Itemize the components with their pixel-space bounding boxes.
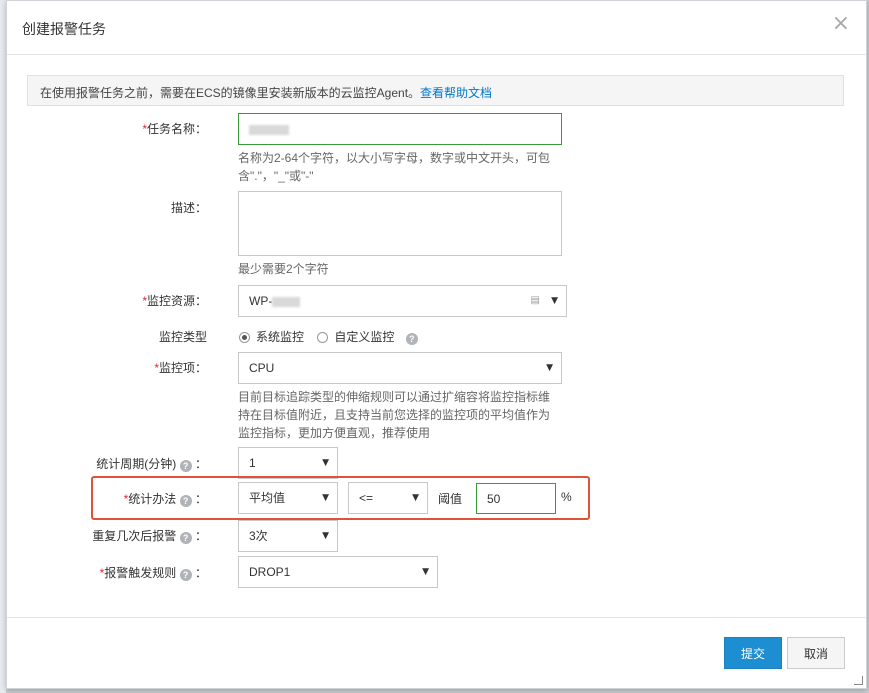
method-label: *统计办法 ? ： [7, 491, 207, 507]
footer-divider [7, 617, 866, 618]
agent-notice-banner: 在使用报警任务之前，需要在ECS的镜像里安装新版本的云监控Agent。查看帮助文… [27, 75, 844, 106]
repeat-label-text: 重复几次后报警 [92, 529, 177, 543]
hint-line: 目前目标追踪类型的伸缩规则可以通过扩缩容将监控指标维 [238, 390, 551, 404]
repeat-value: 3次 [249, 529, 268, 543]
close-icon[interactable]: × [832, 13, 850, 35]
help-icon[interactable]: ? [179, 569, 192, 581]
monitor-type-radio-group: 系统监控 自定义监控 ? [239, 329, 418, 345]
help-icon[interactable]: ? [179, 460, 192, 472]
colon: ： [194, 566, 207, 580]
radio-system-label: 系统监控 [256, 330, 305, 344]
task-name-label: *任务名称： [7, 121, 207, 137]
help-doc-link[interactable]: 查看帮助文档 [420, 86, 492, 100]
period-label-text: 统计周期(分钟) [96, 457, 177, 471]
task-name-hint: 名称为2-64个字符，以大小写字母，数字或中文开头，可包含"."，"_"或"-" [238, 151, 551, 183]
method-label-text: 统计办法 [128, 492, 177, 506]
calendar-icon: ▤ [530, 295, 540, 306]
chevron-down-icon: ▼ [322, 531, 329, 541]
operator-select[interactable]: <= ▼ [348, 482, 428, 514]
radio-custom-monitor[interactable]: 自定义监控 [317, 330, 394, 344]
method-select[interactable]: 平均值 ▼ [238, 482, 338, 514]
create-alarm-task-dialog: 创建报警任务 × 在使用报警任务之前，需要在ECS的镜像里安装新版本的云监控Ag… [6, 0, 867, 689]
monitor-resource-label-text: 监控资源： [146, 294, 207, 308]
chevron-down-icon: ▼ [422, 567, 429, 577]
task-name-label-text: 任务名称： [146, 122, 207, 136]
redacted-value [249, 124, 289, 135]
colon: ： [194, 457, 207, 471]
threshold-input[interactable]: 50 [476, 483, 556, 514]
dialog-header: 创建报警任务 × [7, 1, 866, 55]
threshold-label: 阈值 [438, 492, 463, 506]
chevron-down-icon: ▼ [412, 493, 419, 503]
chevron-down-icon: ▼ [322, 458, 329, 468]
trigger-rule-select[interactable]: DROP1 ▼ [238, 556, 438, 588]
monitor-item-value: CPU [249, 361, 275, 375]
description-hint: 最少需要2个字符 [238, 262, 329, 276]
chevron-down-icon: ▼ [551, 296, 558, 306]
threshold-value: 50 [487, 492, 501, 506]
repeat-label: 重复几次后报警 ? ： [7, 528, 207, 544]
notice-text: 在使用报警任务之前，需要在ECS的镜像里安装新版本的云监控Agent。 [40, 86, 421, 100]
monitor-item-select[interactable]: CPU ▼ [238, 352, 562, 384]
radio-unselected-icon [317, 332, 329, 343]
radio-selected-icon [239, 332, 250, 343]
chevron-down-icon: ▼ [322, 493, 329, 503]
redacted-value [272, 296, 301, 307]
cancel-button[interactable]: 取消 [787, 637, 845, 669]
radio-custom-label: 自定义监控 [334, 330, 395, 344]
dialog-title: 创建报警任务 [22, 21, 106, 37]
colon: ： [194, 529, 207, 543]
monitor-item-hint: 目前目标追踪类型的伸缩规则可以通过扩缩容将监控指标维 持在目标值附近，且支持当前… [238, 388, 568, 442]
percent-unit: % [561, 490, 572, 504]
monitor-type-label-text: 监控类型 [158, 330, 207, 344]
description-label: 描述： [7, 200, 207, 216]
description-label-text: 描述： [170, 201, 207, 215]
help-icon[interactable]: ? [405, 333, 418, 345]
period-select[interactable]: 1 ▼ [238, 447, 338, 479]
trigger-rule-value: DROP1 [249, 565, 291, 579]
monitor-resource-select[interactable]: WP- ▤ ▼ [238, 285, 567, 317]
monitor-item-label-text: 监控项： [158, 361, 207, 375]
chevron-down-icon: ▼ [546, 363, 553, 373]
monitor-type-label: 监控类型 [7, 329, 207, 345]
repeat-select[interactable]: 3次 ▼ [238, 520, 338, 552]
help-icon[interactable]: ? [179, 532, 192, 544]
submit-button[interactable]: 提交 [724, 637, 782, 669]
task-name-input[interactable] [238, 113, 562, 145]
trigger-rule-label-text: 报警触发规则 [104, 566, 177, 580]
hint-line: 监控指标，更加方便直观，推荐使用 [238, 426, 431, 440]
description-textarea[interactable] [238, 191, 562, 256]
radio-system-monitor[interactable]: 系统监控 [239, 330, 304, 344]
monitor-item-label: *监控项： [7, 360, 207, 376]
period-value: 1 [249, 456, 256, 470]
trigger-rule-label: *报警触发规则 ? ： [7, 565, 207, 581]
resize-grip-icon[interactable] [854, 676, 863, 685]
help-icon[interactable]: ? [179, 495, 192, 507]
monitor-resource-label: *监控资源： [7, 293, 207, 309]
operator-value: <= [359, 491, 374, 505]
method-value: 平均值 [249, 491, 286, 505]
colon: ： [194, 492, 207, 506]
monitor-resource-value: WP- [249, 294, 273, 308]
hint-line: 持在目标值附近，且支持当前您选择的监控项的平均值作为 [238, 408, 551, 422]
period-label: 统计周期(分钟) ? ： [7, 456, 207, 472]
